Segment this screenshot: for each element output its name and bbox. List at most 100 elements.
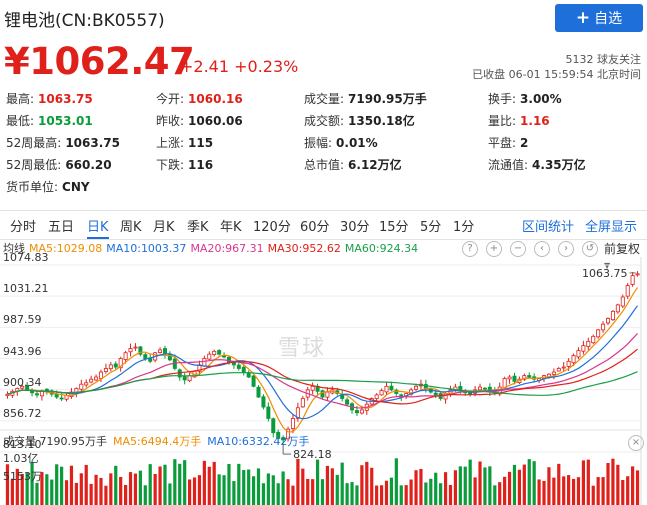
volume-bar xyxy=(621,480,625,505)
volume-bar xyxy=(50,479,54,505)
volume-bar xyxy=(325,465,330,505)
candle-body xyxy=(84,382,89,386)
candle-body xyxy=(241,366,246,373)
volume-legend-item: 成交量 7190.95万手 xyxy=(3,435,107,448)
price-tick-label: 1074.83 xyxy=(3,251,49,264)
volume-bar xyxy=(124,484,128,505)
candle-body xyxy=(615,304,620,313)
volume-bar xyxy=(606,462,610,505)
kline-chart[interactable]: 1063.75824.18 xyxy=(0,0,647,505)
volume-bar xyxy=(557,463,561,505)
volume-bar xyxy=(631,466,635,505)
candle-body xyxy=(236,364,241,369)
candle-body xyxy=(256,386,261,398)
candle-body xyxy=(94,376,99,381)
candle-body xyxy=(527,375,532,378)
volume-bar xyxy=(527,459,531,505)
candle-body xyxy=(251,375,256,387)
volume-bar xyxy=(89,483,93,505)
candle-body xyxy=(108,364,113,370)
volume-bar xyxy=(99,477,103,505)
volume-bar xyxy=(247,469,251,505)
volume-bar xyxy=(207,466,211,505)
candle-body xyxy=(158,349,163,353)
volume-bar xyxy=(370,467,374,505)
volume-bar xyxy=(232,481,236,505)
volume-bar xyxy=(414,470,418,505)
candle-body xyxy=(202,358,207,367)
candle-body xyxy=(207,353,212,360)
candle-body xyxy=(34,393,39,396)
volume-bar xyxy=(271,475,275,505)
candle-body xyxy=(290,418,295,430)
volume-bar xyxy=(419,468,423,505)
candle-body xyxy=(625,285,630,297)
volume-bar xyxy=(296,458,300,505)
volume-bar xyxy=(453,470,458,505)
volume-bar xyxy=(468,459,472,505)
volume-bar xyxy=(128,472,133,505)
candle-body xyxy=(478,386,483,391)
candle-body xyxy=(556,368,561,372)
candle-body xyxy=(261,396,266,408)
volume-bar xyxy=(217,474,221,505)
max-label: 1063.75 xyxy=(582,267,628,280)
volume-bar xyxy=(576,477,581,505)
price-tick-label: 856.72 xyxy=(3,406,42,420)
candle-body xyxy=(414,385,419,390)
volume-bar xyxy=(158,466,162,505)
candle-body xyxy=(143,354,148,359)
volume-bar xyxy=(365,461,369,505)
volume-tick-label: 1.03亿 xyxy=(3,452,39,465)
volume-bar xyxy=(133,473,138,505)
volume-bar xyxy=(542,480,546,505)
volume-bar xyxy=(168,483,172,505)
candle-body xyxy=(374,394,379,399)
volume-bar xyxy=(635,470,640,505)
volume-bar xyxy=(384,480,389,505)
volume-bar xyxy=(261,483,266,505)
volume-bar xyxy=(601,477,605,505)
volume-bar xyxy=(320,479,325,505)
candle-body xyxy=(310,385,315,391)
volume-bar xyxy=(148,464,152,505)
volume-bar xyxy=(178,463,182,505)
volume-bar xyxy=(173,459,177,505)
candle-body xyxy=(433,392,438,396)
volume-bar xyxy=(409,479,413,505)
volume-legend-item: MA5:6494.4万手 xyxy=(112,435,202,448)
candle-body xyxy=(596,329,601,338)
volume-bar xyxy=(60,466,64,505)
volume-bar xyxy=(114,465,118,505)
candle-body xyxy=(123,352,128,360)
volume-bar xyxy=(537,479,541,505)
volume-bar xyxy=(104,485,108,505)
volume-bar xyxy=(276,483,280,505)
volume-bar xyxy=(45,474,49,505)
volume-bar xyxy=(74,482,78,505)
volume-bar xyxy=(286,479,290,505)
candle-body xyxy=(379,390,384,396)
close-icon[interactable]: × xyxy=(628,435,644,451)
candle-body xyxy=(384,385,389,393)
volume-bar xyxy=(439,483,443,505)
volume-bar xyxy=(478,461,482,505)
candle-body xyxy=(586,340,591,348)
candle-body xyxy=(217,350,222,355)
volume-bar xyxy=(458,466,462,505)
volume-bar xyxy=(227,464,231,505)
volume-bar xyxy=(64,480,69,505)
ma-line xyxy=(7,305,638,420)
volume-bar xyxy=(281,471,285,505)
volume-bar xyxy=(552,477,556,505)
candle-body xyxy=(561,366,566,369)
volume-bar xyxy=(473,477,477,505)
candle-body xyxy=(601,323,606,331)
candle-body xyxy=(591,335,596,344)
volume-bar xyxy=(596,477,600,505)
volume-bar xyxy=(375,485,379,505)
volume-bar xyxy=(507,471,512,505)
volume-bar xyxy=(503,476,507,505)
volume-bar xyxy=(192,477,197,505)
volume-bar xyxy=(399,485,403,505)
